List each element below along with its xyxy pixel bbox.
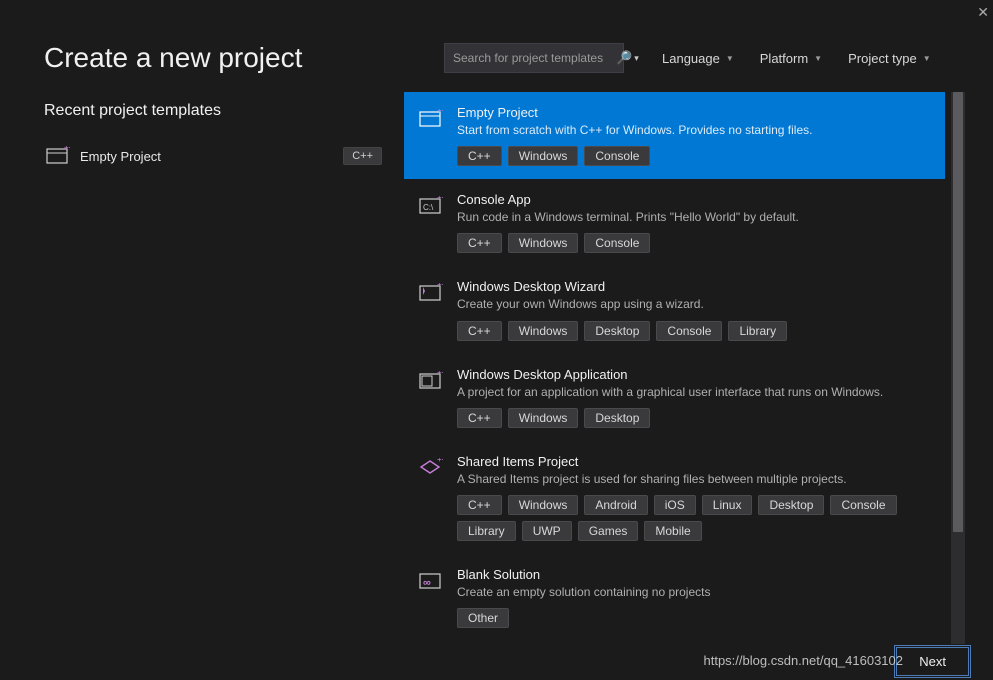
svg-text:++: ++ <box>64 146 70 152</box>
template-tag: Games <box>578 521 639 541</box>
search-input[interactable] <box>445 51 616 65</box>
template-tag: Desktop <box>584 321 650 341</box>
chevron-down-icon: ▼ <box>814 54 822 63</box>
template-tag: C++ <box>457 146 502 166</box>
svg-text:∞: ∞ <box>423 577 431 589</box>
template-tag: Windows <box>508 321 579 341</box>
shared-items-icon: ++ <box>417 454 445 482</box>
watermark-text: https://blog.csdn.net/qq_41603102 <box>704 653 904 668</box>
template-tag: Windows <box>508 408 579 428</box>
template-item[interactable]: ++ Shared Items Project A Shared Items p… <box>404 441 945 554</box>
close-icon[interactable]: ✕ <box>977 4 989 21</box>
next-button[interactable]: Next <box>896 647 969 676</box>
empty-project-icon: ++ <box>417 105 445 133</box>
recent-item-name: Empty Project <box>80 149 161 164</box>
template-tags: C++ WindowsConsole <box>457 233 932 253</box>
template-tag: Desktop <box>584 408 650 428</box>
template-tag: Console <box>656 321 722 341</box>
filter-project-type-label: Project type <box>848 51 917 66</box>
template-tag: Other <box>457 608 509 628</box>
template-list: ++ Empty Project Start from scratch with… <box>404 92 945 644</box>
template-tag: Library <box>457 521 516 541</box>
filter-language-label: Language <box>662 51 720 66</box>
template-tag: UWP <box>522 521 572 541</box>
template-tag: Android <box>584 495 647 515</box>
template-tag: Library <box>728 321 787 341</box>
page-title: Create a new project <box>44 42 424 74</box>
template-tag: C++ <box>457 495 502 515</box>
scrollbar[interactable] <box>951 92 965 644</box>
template-description: A project for an application with a grap… <box>457 384 932 400</box>
recent-heading: Recent project templates <box>44 102 384 120</box>
template-tag: Windows <box>508 146 579 166</box>
template-description: Run code in a Windows terminal. Prints "… <box>457 209 932 225</box>
search-icon[interactable]: 🔎▾ <box>616 44 639 72</box>
template-tag: Desktop <box>758 495 824 515</box>
desktop-wizard-icon: ++ <box>417 279 445 307</box>
svg-text:++: ++ <box>437 196 443 202</box>
template-description: A Shared Items project is used for shari… <box>457 471 932 487</box>
template-tag: Windows <box>508 233 579 253</box>
template-name: Empty Project <box>457 105 932 120</box>
scrollbar-thumb[interactable] <box>953 92 963 532</box>
filter-platform-label: Platform <box>760 51 808 66</box>
filter-platform[interactable]: Platform ▼ <box>760 51 822 66</box>
template-description: Create your own Windows app using a wiza… <box>457 296 932 312</box>
template-tag: Console <box>584 233 650 253</box>
template-tag: C++ <box>457 408 502 428</box>
template-item[interactable]: ++ Windows Desktop Application A project… <box>404 354 945 441</box>
template-tags: C++ WindowsDesktop <box>457 408 932 428</box>
console-app-icon: C:\++ <box>417 192 445 220</box>
template-tag: Linux <box>702 495 753 515</box>
template-name: Blank Solution <box>457 567 932 582</box>
chevron-down-icon: ▼ <box>726 54 734 63</box>
recent-item[interactable]: ++ Empty Project C++ <box>44 142 384 170</box>
template-tag: Console <box>830 495 896 515</box>
header: Create a new project 🔎▾ Language ▼ Platfo… <box>0 0 993 84</box>
recent-templates-panel: Recent project templates ++ Empty Projec… <box>44 84 384 644</box>
template-tag: Windows <box>508 495 579 515</box>
template-tags: C++ WindowsConsole <box>457 146 932 166</box>
svg-text:++: ++ <box>437 371 443 377</box>
svg-text:++: ++ <box>437 458 443 464</box>
template-description: Create an empty solution containing no p… <box>457 584 932 600</box>
template-tags: C++ WindowsAndroid iOS LinuxDesktop Console L… <box>457 495 932 541</box>
chevron-down-icon: ▼ <box>923 54 931 63</box>
template-item[interactable]: ++ Empty Project Start from scratch with… <box>404 92 945 179</box>
template-tags: Other <box>457 608 932 628</box>
template-tag: Console <box>584 146 650 166</box>
svg-text:++: ++ <box>437 109 443 115</box>
template-tag: Mobile <box>644 521 701 541</box>
recent-item-lang-badge: C++ <box>343 147 382 165</box>
template-tag: C++ <box>457 321 502 341</box>
template-name: Shared Items Project <box>457 454 932 469</box>
blank-solution-icon: ∞ <box>417 567 445 595</box>
template-name: Windows Desktop Application <box>457 367 932 382</box>
filter-language[interactable]: Language ▼ <box>662 51 734 66</box>
template-item[interactable]: ++ Windows Desktop Wizard Create your ow… <box>404 266 945 353</box>
empty-project-icon: ++ <box>46 146 70 166</box>
template-tags: C++ WindowsDesktop Console Library <box>457 321 932 341</box>
template-tag: C++ <box>457 233 502 253</box>
svg-text:++: ++ <box>437 283 443 289</box>
svg-text:C:\: C:\ <box>423 203 434 212</box>
template-item[interactable]: C:\++ Console App Run code in a Windows … <box>404 179 945 266</box>
template-name: Console App <box>457 192 932 207</box>
desktop-app-icon: ++ <box>417 367 445 395</box>
template-description: Start from scratch with C++ for Windows.… <box>457 122 932 138</box>
filter-project-type[interactable]: Project type ▼ <box>848 51 931 66</box>
search-box[interactable]: 🔎▾ <box>444 43 624 73</box>
template-name: Windows Desktop Wizard <box>457 279 932 294</box>
filters: Language ▼ Platform ▼ Project type ▼ <box>662 51 931 66</box>
template-tag: iOS <box>654 495 696 515</box>
template-item[interactable]: ∞ Blank Solution Create an empty solutio… <box>404 554 945 641</box>
